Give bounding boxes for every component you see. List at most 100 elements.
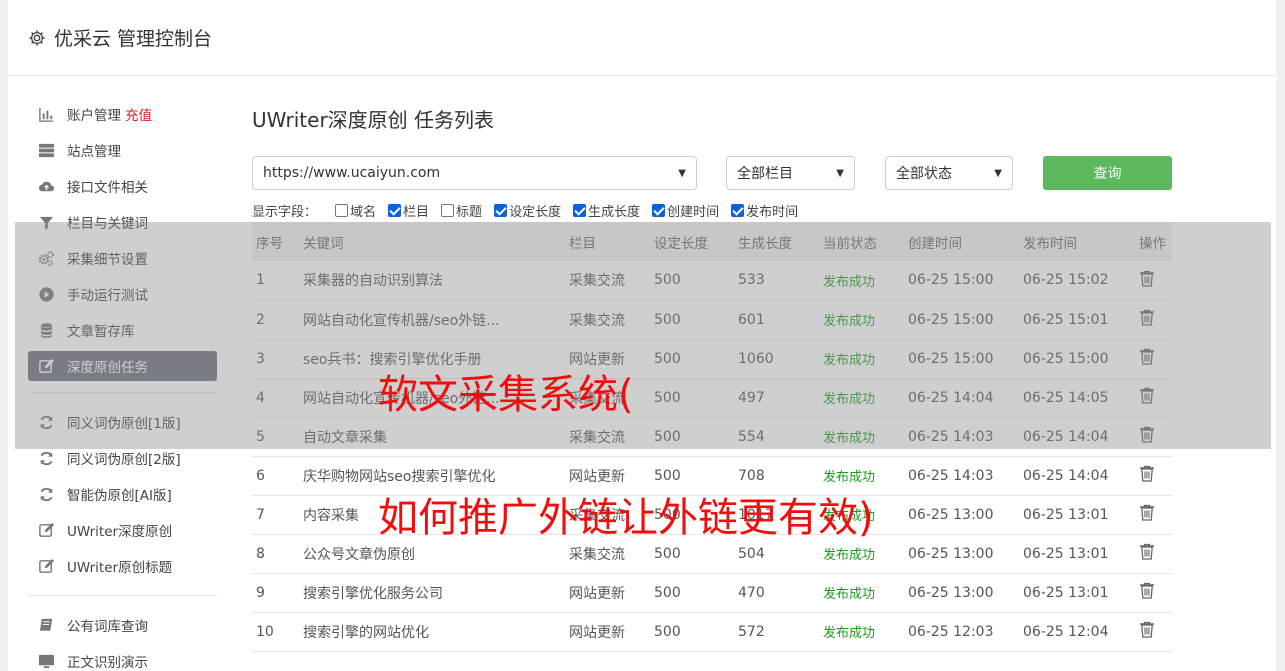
- field-checkbox[interactable]: 创建时间: [652, 201, 719, 220]
- table-cell: 06-25 15:00: [904, 300, 1019, 340]
- sidebar-item-public-lexicon[interactable]: 公有词库查询: [28, 607, 217, 643]
- sidebar-item-label: 采集细节设置: [67, 252, 148, 268]
- trash-icon[interactable]: [1139, 582, 1155, 599]
- keyword-cell[interactable]: 网站自动化宣传机器/seo外链...: [299, 300, 565, 340]
- column-select[interactable]: 全部栏目 ▼: [726, 156, 855, 190]
- sidebar-item-ai-rewrite[interactable]: 智能伪原创[AI版]: [28, 476, 217, 512]
- table-cell: 1060: [734, 339, 819, 379]
- checked-checkbox-icon[interactable]: [388, 203, 402, 217]
- sidebar-item-label: 站点管理: [67, 144, 121, 160]
- field-checkbox[interactable]: 域名: [335, 201, 376, 220]
- action-cell: [1135, 261, 1172, 301]
- status-select[interactable]: 全部状态 ▼: [885, 156, 1013, 190]
- sidebar-item-columns-keywords[interactable]: 栏目与关键词: [28, 204, 217, 240]
- database-icon: [40, 322, 53, 338]
- sidebar-item-uwriter-title[interactable]: UWriter原创标题: [28, 548, 217, 584]
- keyword-cell[interactable]: seo兵书：搜索引擎优化手册: [299, 339, 565, 379]
- checked-checkbox-icon[interactable]: [731, 203, 745, 217]
- keyword-cell[interactable]: 内容采集: [299, 495, 565, 535]
- sidebar-item-interface-files[interactable]: 接口文件相关: [28, 168, 217, 204]
- edit-icon: [39, 358, 55, 373]
- action-cell: [1135, 573, 1172, 613]
- table-cell: 06-25 14:04: [1019, 456, 1135, 496]
- trash-icon[interactable]: [1139, 504, 1155, 521]
- sidebar-item-account[interactable]: 账户管理 充值: [28, 96, 217, 132]
- table-cell: 06-25 13:00: [904, 495, 1019, 535]
- table-cell: 601: [734, 300, 819, 340]
- site-select-value: https://www.ucaiyun.com: [263, 165, 441, 181]
- table-cell: 500: [650, 495, 734, 535]
- keyword-cell[interactable]: 采集器的自动识别算法: [299, 261, 565, 301]
- trash-icon[interactable]: [1139, 543, 1155, 560]
- gears-icon: [38, 250, 54, 266]
- checked-checkbox-icon[interactable]: [573, 203, 587, 217]
- action-cell: [1135, 495, 1172, 535]
- sidebar-item-synonym-v2[interactable]: 同义词伪原创[2版]: [28, 440, 217, 476]
- sidebar-item-collect-settings[interactable]: 采集细节设置: [28, 240, 217, 276]
- sidebar-item-manual-test[interactable]: 手动运行测试: [28, 276, 217, 312]
- column-header: 操作: [1135, 222, 1172, 261]
- sidebar-item-label: 账户管理: [67, 108, 121, 124]
- unchecked-checkbox-icon[interactable]: [335, 203, 349, 217]
- keyword-cell[interactable]: 搜索引擎优化服务公司: [299, 573, 565, 613]
- trash-icon[interactable]: [1139, 348, 1155, 365]
- column-header: 序号: [252, 222, 299, 261]
- sidebar-item-sites[interactable]: 站点管理: [28, 132, 217, 168]
- table-cell: 500: [650, 456, 734, 496]
- table-cell: 500: [650, 378, 734, 418]
- refresh-icon: [40, 415, 53, 429]
- table-cell: 500: [650, 612, 734, 652]
- bar-chart-icon: [39, 107, 54, 122]
- sidebar-item-label: UWriter深度原创: [67, 524, 173, 540]
- query-button[interactable]: 查询: [1043, 156, 1172, 190]
- table-cell: 06-25 15:01: [1019, 300, 1135, 340]
- status-cell: 发布成功: [819, 495, 904, 535]
- sidebar-item-text-recognition[interactable]: 正文识别演示: [28, 643, 217, 671]
- action-cell: [1135, 378, 1172, 418]
- trash-icon[interactable]: [1139, 621, 1155, 638]
- keyword-cell[interactable]: 自动文章采集: [299, 417, 565, 457]
- table-row: 7 内容采集 采集交流 500 1017 发布成功 06-25 13:00 06-25 13:…: [252, 495, 1172, 535]
- keyword-cell[interactable]: 庆华购物网站seo搜索引擎优化: [299, 456, 565, 496]
- trash-icon[interactable]: [1139, 426, 1155, 443]
- table-cell: 采集交流: [565, 378, 650, 418]
- recharge-link[interactable]: 充值: [125, 104, 152, 124]
- checked-checkbox-icon[interactable]: [494, 203, 508, 217]
- cloud-upload-icon: [38, 181, 55, 191]
- field-checkbox[interactable]: 发布时间: [731, 201, 798, 220]
- table-cell: 500: [650, 573, 734, 613]
- app-title: 优采云 管理控制台: [54, 28, 213, 50]
- trash-icon[interactable]: [1139, 309, 1155, 326]
- table-cell: 06-25 14:04: [904, 378, 1019, 418]
- sidebar-item-deep-original-tasks[interactable]: 深度原创任务: [28, 351, 217, 381]
- keyword-cell[interactable]: 网站自动化宣传机器/seo外链...: [299, 378, 565, 418]
- checked-checkbox-icon[interactable]: [652, 203, 666, 217]
- field-checkbox[interactable]: 栏目: [388, 201, 429, 220]
- trash-icon[interactable]: [1139, 270, 1155, 287]
- sidebar-item-article-store[interactable]: 文章暂存库: [28, 312, 217, 348]
- site-select[interactable]: https://www.ucaiyun.com ▼: [252, 156, 697, 190]
- trash-icon[interactable]: [1139, 387, 1155, 404]
- action-cell: [1135, 534, 1172, 574]
- sidebar-divider: [28, 392, 217, 393]
- table-cell: 06-25 13:01: [1019, 495, 1135, 535]
- unchecked-checkbox-icon[interactable]: [441, 203, 455, 217]
- table-cell: 06-25 12:04: [1019, 612, 1135, 652]
- field-checkbox[interactable]: 标题: [441, 201, 482, 220]
- table-row: 4 网站自动化宣传机器/seo外链... 采集交流 500 497 发布成功 06-25 1…: [252, 378, 1172, 418]
- trash-icon[interactable]: [1139, 465, 1155, 482]
- server-icon: [38, 143, 55, 157]
- field-checkbox[interactable]: 生成长度: [573, 201, 640, 220]
- gear-icon: [29, 29, 45, 46]
- table-cell: 网站更新: [565, 612, 650, 652]
- play-circle-icon: [39, 286, 54, 302]
- field-checkbox[interactable]: 设定长度: [494, 201, 561, 220]
- table-cell: 500: [650, 339, 734, 379]
- sidebar-item-uwriter-deep[interactable]: UWriter深度原创: [28, 512, 217, 548]
- keyword-cell[interactable]: 搜索引擎的网站优化: [299, 612, 565, 652]
- table-cell: 500: [650, 261, 734, 301]
- keyword-cell[interactable]: 公众号文章伪原创: [299, 534, 565, 574]
- sidebar-item-label: 手动运行测试: [67, 288, 148, 304]
- console-frame: 优采云 管理控制台 账户管理 充值 站点管理 接口文件相关 栏目与关键词 采集细…: [8, 0, 1276, 671]
- sidebar-item-synonym-v1[interactable]: 同义词伪原创[1版]: [28, 404, 217, 440]
